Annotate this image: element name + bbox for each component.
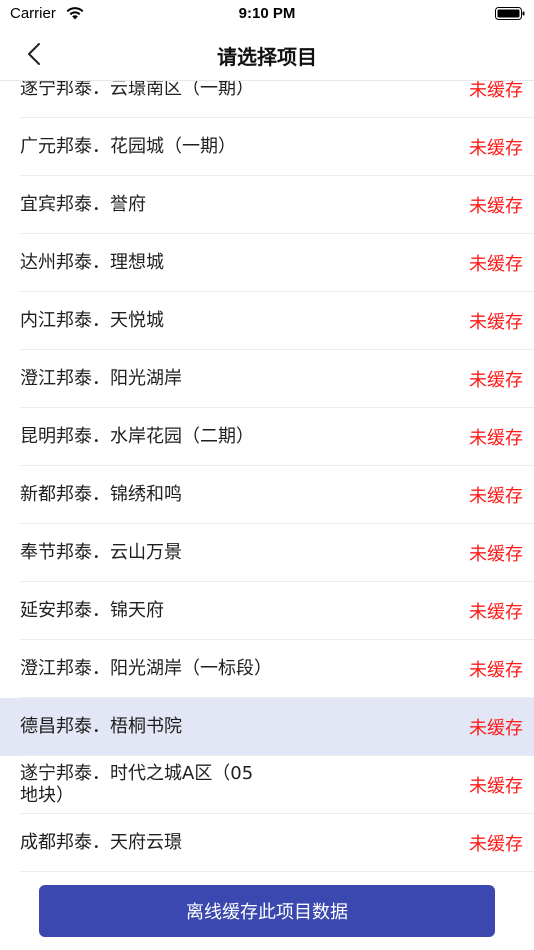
cache-status-label: 未缓存 — [469, 138, 523, 159]
cache-status-label: 未缓存 — [469, 370, 523, 391]
project-row[interactable]: 宜宾邦泰．誉府 未缓存 — [0, 176, 534, 234]
project-name: 澄江邦泰．阳光湖岸（一标段） — [20, 658, 272, 679]
project-name: 新都邦泰．锦绣和鸣 — [20, 484, 182, 505]
project-row[interactable]: 遂宁邦泰．时代之城A区（05 地块） 未缓存 — [0, 756, 534, 814]
project-name: 遂宁邦泰．云璟南区（一期） — [20, 80, 254, 99]
project-name: 内江邦泰．天悦城 — [20, 310, 164, 331]
project-name: 达州邦泰．理想城 — [20, 252, 164, 273]
project-name: 澄江邦泰．阳光湖岸 — [20, 368, 182, 389]
cache-status-label: 未缓存 — [469, 718, 523, 739]
project-row[interactable]: 广元邦泰．花园城（一期） 未缓存 — [0, 118, 534, 176]
project-row[interactable]: 新都邦泰．锦绣和鸣 未缓存 — [0, 466, 534, 524]
project-name: 德昌邦泰．梧桐书院 — [20, 716, 182, 737]
project-row[interactable]: 澄江邦泰．阳光湖岸 未缓存 — [0, 350, 534, 408]
offline-cache-button[interactable]: 离线缓存此项目数据 — [39, 885, 495, 937]
project-row[interactable]: 内江邦泰．天悦城 未缓存 — [0, 292, 534, 350]
project-row[interactable]: 德昌邦泰．梧桐书院 未缓存 — [0, 698, 534, 756]
project-row[interactable]: 遂宁邦泰．云璟南区（一期） 未缓存 — [0, 80, 534, 118]
project-row[interactable]: 达州邦泰．理想城 未缓存 — [0, 234, 534, 292]
cache-status-label: 未缓存 — [469, 312, 523, 333]
battery-icon — [495, 7, 525, 20]
cache-status-label: 未缓存 — [469, 80, 523, 101]
project-name: 延安邦泰．锦天府 — [20, 600, 164, 621]
cache-status-label: 未缓存 — [469, 196, 523, 217]
project-row[interactable]: 昆明邦泰．水岸花园（二期） 未缓存 — [0, 408, 534, 466]
project-name: 昆明邦泰．水岸花园（二期） — [20, 426, 254, 447]
project-name: 遂宁邦泰．时代之城A区（05 地块） — [20, 763, 254, 806]
page-title: 请选择项目 — [217, 45, 317, 69]
project-name: 奉节邦泰．云山万景 — [20, 542, 182, 563]
cache-status-label: 未缓存 — [469, 428, 523, 449]
project-row[interactable]: 澄江邦泰．阳光湖岸（一标段） 未缓存 — [0, 640, 534, 698]
project-row[interactable]: 成都邦泰．天府云璟 未缓存 — [0, 814, 534, 872]
status-bar: Carrier 9:10 PM — [0, 0, 534, 28]
bottom-bar: 离线缓存此项目数据 — [0, 872, 534, 950]
project-row[interactable]: 奉节邦泰．云山万景 未缓存 — [0, 524, 534, 582]
navigation-bar: 请选择项目 — [0, 28, 534, 81]
cache-status-label: 未缓存 — [469, 544, 523, 565]
cache-status-label: 未缓存 — [469, 254, 523, 275]
project-name: 广元邦泰．花园城（一期） — [20, 136, 236, 157]
project-row[interactable]: 延安邦泰．锦天府 未缓存 — [0, 582, 534, 640]
cache-status-label: 未缓存 — [469, 776, 523, 797]
cache-status-label: 未缓存 — [469, 602, 523, 623]
project-name: 成都邦泰．天府云璟 — [20, 832, 182, 853]
project-name: 宜宾邦泰．誉府 — [20, 194, 146, 215]
cache-status-label: 未缓存 — [469, 660, 523, 681]
clock: 9:10 PM — [238, 5, 296, 22]
cache-status-label: 未缓存 — [469, 834, 523, 855]
cache-status-label: 未缓存 — [469, 486, 523, 507]
project-list[interactable]: 遂宁邦泰．云璟南区（一期） 未缓存 广元邦泰．花园城（一期） 未缓存 宜宾邦泰．誉府 未缓… — [0, 80, 534, 872]
